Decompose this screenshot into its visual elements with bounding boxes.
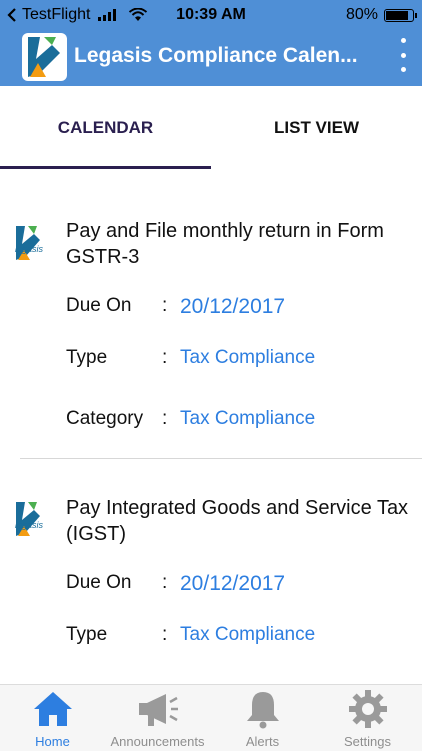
category-value[interactable]: Tax Compliance xyxy=(180,408,315,430)
active-tab-indicator xyxy=(0,166,211,169)
svg-text:legasis: legasis xyxy=(15,520,44,530)
row-colon: : xyxy=(162,408,168,429)
legasis-logo-icon: legasis xyxy=(15,502,44,536)
tab-calendar[interactable]: CALENDAR xyxy=(0,86,211,170)
row-label: Type xyxy=(66,624,108,645)
legasis-logo-icon xyxy=(28,37,60,77)
bottom-navigation: Home Announcements Alerts Settings xyxy=(0,684,422,751)
row-label: Type xyxy=(66,347,108,368)
nav-label: Settings xyxy=(344,734,391,749)
row-colon: : xyxy=(162,295,168,316)
home-icon xyxy=(0,689,105,729)
battery-percent: 80% xyxy=(345,6,378,23)
type-value[interactable]: Tax Compliance xyxy=(180,624,315,646)
app-logo xyxy=(22,33,67,81)
due-on-row: Due On : 20/12/2017 xyxy=(66,295,412,325)
item-divider xyxy=(20,458,422,459)
battery-icon xyxy=(384,8,417,22)
tab-bar: CALENDAR LIST VIEW xyxy=(0,86,422,170)
category-row: Category : Tax Compliance xyxy=(66,408,412,438)
nav-settings[interactable]: Settings xyxy=(315,685,420,751)
type-value[interactable]: Tax Compliance xyxy=(180,347,315,369)
status-bar: TestFlight 10:39 AM 80% xyxy=(0,0,422,30)
status-right: 80% xyxy=(345,6,417,24)
compliance-title: Pay and File monthly return in Form GSTR… xyxy=(66,220,384,268)
row-colon: : xyxy=(162,624,168,645)
nav-home[interactable]: Home xyxy=(0,685,105,751)
nav-label: Alerts xyxy=(245,734,280,749)
row-colon: : xyxy=(162,347,168,368)
due-date-value[interactable]: 20/12/2017 xyxy=(180,295,285,319)
row-label: Due On xyxy=(66,572,132,593)
app-bar: Legasis Compliance Calen... xyxy=(0,30,422,86)
compliance-list[interactable]: legasis Pay and File monthly return in F… xyxy=(0,170,422,684)
compliance-title: Pay Integrated Goods and Service Tax (IG… xyxy=(66,497,409,545)
legasis-logo-icon: legasis xyxy=(15,226,44,260)
row-colon: : xyxy=(162,572,168,593)
nav-label: Home xyxy=(35,734,70,749)
megaphone-icon xyxy=(105,689,210,729)
type-row: Type : Tax Compliance xyxy=(66,347,412,377)
nav-label: Announcements xyxy=(110,734,205,749)
type-row: Type : Tax Compliance xyxy=(66,624,412,654)
due-date-value[interactable]: 20/12/2017 xyxy=(180,572,285,596)
bell-icon xyxy=(210,689,315,729)
nav-announcements[interactable]: Announcements xyxy=(105,685,210,751)
svg-text:legasis: legasis xyxy=(15,244,44,254)
app-title: Legasis Compliance Calen... xyxy=(74,44,358,67)
row-label: Due On xyxy=(66,295,132,316)
overflow-menu-icon[interactable] xyxy=(398,38,408,72)
nav-alerts[interactable]: Alerts xyxy=(210,685,315,751)
due-on-row: Due On : 20/12/2017 xyxy=(66,572,412,602)
gear-icon xyxy=(315,689,420,729)
row-label: Category xyxy=(66,408,144,429)
tab-list-view[interactable]: LIST VIEW xyxy=(211,86,422,170)
